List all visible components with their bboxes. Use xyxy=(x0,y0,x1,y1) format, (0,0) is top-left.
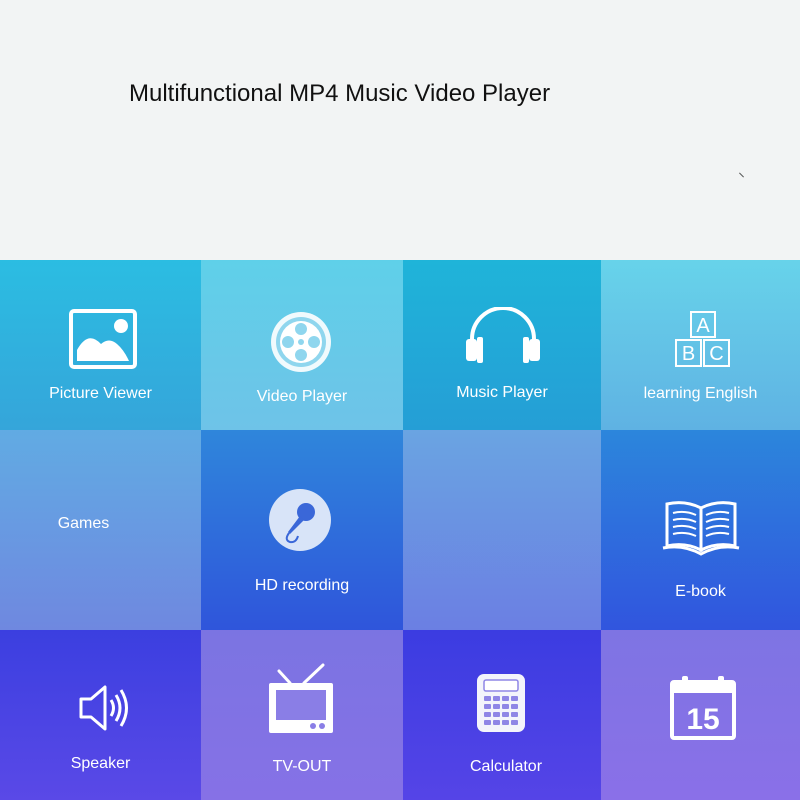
tile-label: TV-OUT xyxy=(272,758,332,775)
tile-label: E-book xyxy=(675,583,726,600)
tile-label: Video Player xyxy=(256,388,348,405)
tile-e-book[interactable]: E-book xyxy=(601,430,800,630)
page-title: Multifunctional MP4 Music Video Player xyxy=(129,80,551,107)
tile-label: HD recording xyxy=(254,577,350,594)
tile-label: Speaker xyxy=(70,755,131,772)
tile-calendar[interactable]: 15 xyxy=(601,630,800,800)
svg-text:A: A xyxy=(696,315,710,337)
tile-label: learning English xyxy=(643,385,758,402)
tile-music-player[interactable]: Music Player xyxy=(403,260,601,430)
calculator-icon xyxy=(477,674,525,732)
tile-picture-viewer[interactable]: Picture Viewer xyxy=(0,260,201,430)
tile-games[interactable]: Games xyxy=(0,430,201,630)
tile-hd-recording[interactable]: HD recording xyxy=(201,430,403,630)
headphones-icon xyxy=(466,307,540,363)
tile-label: Picture Viewer xyxy=(49,385,152,402)
film-reel-icon xyxy=(271,312,331,372)
tile-speaker[interactable]: Speaker xyxy=(0,630,201,800)
calendar-day: 15 xyxy=(686,703,719,736)
microphone-icon xyxy=(269,489,331,551)
tile-empty xyxy=(403,430,601,630)
picture-icon xyxy=(69,309,137,369)
open-book-icon xyxy=(662,501,740,556)
tile-label: Music Player xyxy=(456,384,548,401)
tile-tv-out[interactable]: TV-OUT xyxy=(201,630,403,800)
tile-calculator[interactable]: Calculator xyxy=(403,630,601,800)
tile-label: Games xyxy=(57,515,110,532)
svg-text:B: B xyxy=(682,343,695,365)
tile-video-player[interactable]: Video Player xyxy=(201,260,403,430)
abc-blocks-icon: A B C xyxy=(675,311,730,367)
tv-icon xyxy=(269,663,333,733)
tile-label: Calculator xyxy=(469,758,543,775)
tile-learning-english[interactable]: A B C learning English xyxy=(601,260,800,430)
stray-mark xyxy=(739,172,744,178)
header: Multifunctional MP4 Music Video Player xyxy=(0,0,800,260)
feature-grid: Picture Viewer Video Player Music Player xyxy=(0,260,800,800)
speaker-icon xyxy=(79,685,128,731)
svg-text:C: C xyxy=(709,343,723,365)
calendar-icon: 15 xyxy=(670,676,736,740)
